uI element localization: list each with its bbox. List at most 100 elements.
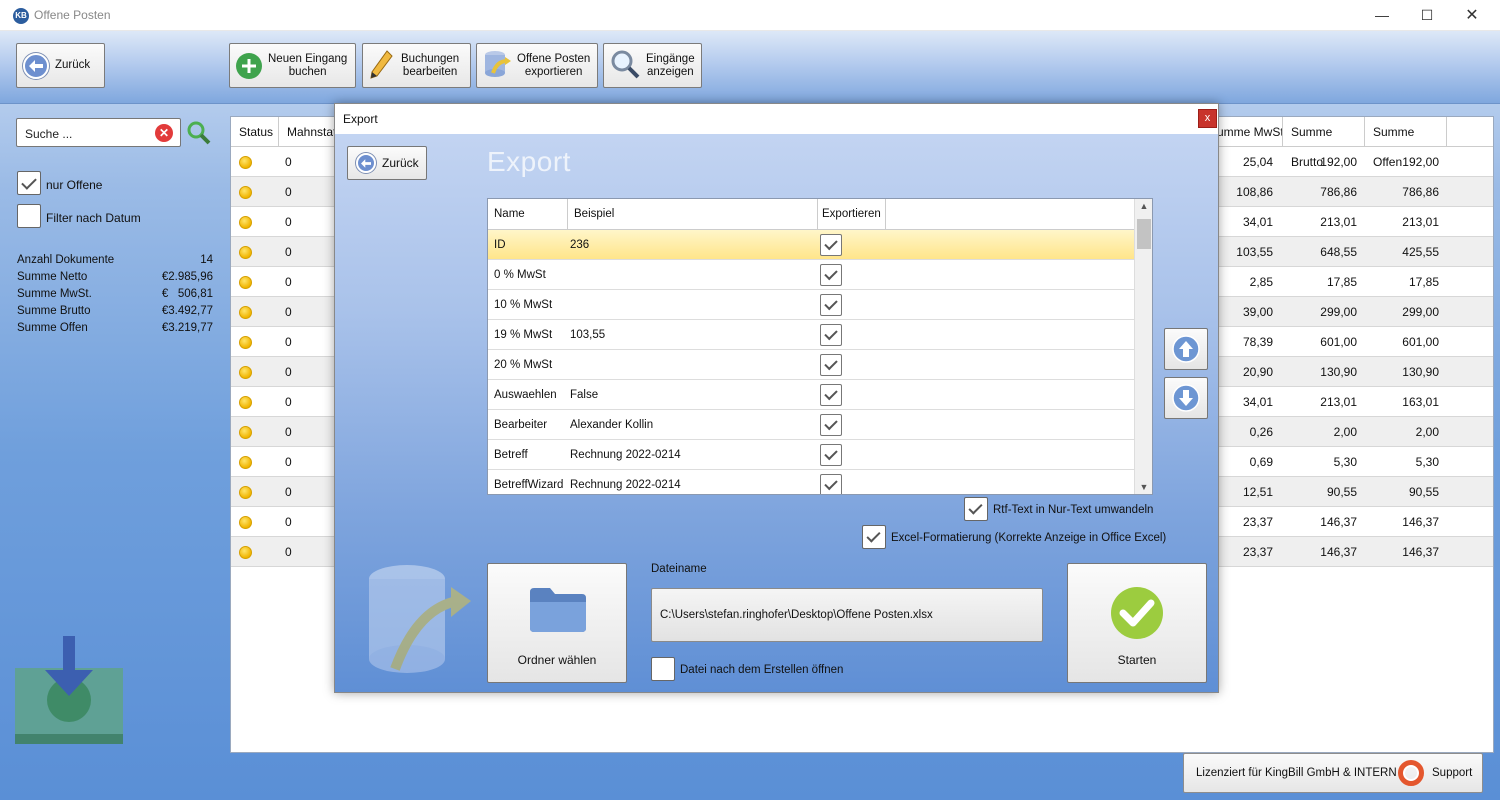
stat-row: Anzahl Dokumente 14 [17, 252, 213, 269]
mahnstatus-cell: 0 [285, 305, 292, 319]
header-summe-brutto[interactable]: Summe Brutto [1283, 117, 1365, 169]
move-up-button[interactable] [1164, 328, 1208, 370]
status-dot-icon [239, 366, 252, 379]
export-field-checkbox[interactable] [820, 294, 842, 316]
start-label: Starten [1117, 653, 1157, 667]
export-field-row[interactable]: 20 % MwSt [488, 350, 1134, 380]
export-field-row[interactable]: Betreff Rechnung 2022-0214 [488, 440, 1134, 470]
export-table-scrollbar[interactable]: ▲ ▼ [1134, 199, 1152, 494]
excel-format-label: Excel-Formatierung (Korrekte Anzeige in … [891, 532, 1167, 544]
field-name: BetreffWizard [494, 479, 564, 491]
excel-format-checkbox[interactable] [862, 525, 886, 549]
mwst-cell: 103,55 [1236, 245, 1273, 259]
stat-label: Summe Brutto [17, 305, 91, 317]
brutto-cell: 130,90 [1320, 365, 1357, 379]
mwst-cell: 20,90 [1242, 365, 1273, 379]
scroll-up-icon[interactable]: ▲ [1135, 201, 1152, 211]
download-inbox-icon [15, 636, 123, 744]
mwst-cell: 23,37 [1242, 545, 1273, 559]
mahnstatus-cell: 0 [285, 365, 292, 379]
move-down-button[interactable] [1164, 377, 1208, 419]
offen-cell: 299,00 [1402, 305, 1439, 319]
export-field-checkbox[interactable] [820, 444, 842, 466]
rtf-convert-label: Rtf-Text in Nur-Text umwandeln [993, 504, 1154, 516]
export-field-checkbox[interactable] [820, 384, 842, 406]
rtf-convert-checkbox[interactable] [964, 497, 988, 521]
brutto-cell: 2,00 [1333, 425, 1357, 439]
offen-cell: 17,85 [1408, 275, 1439, 289]
date-filter-checkbox[interactable] [17, 204, 41, 228]
export-field-checkbox[interactable] [820, 234, 842, 256]
field-example: 103,55 [570, 329, 606, 341]
filename-value: C:\Users\stefan.ringhofer\Desktop\Offene… [660, 609, 933, 621]
checkmark-icon [824, 326, 838, 341]
edit-label-2: bearbeiten [402, 65, 458, 78]
scroll-down-icon[interactable]: ▼ [1135, 482, 1152, 492]
offen-cell: 163,01 [1402, 395, 1439, 409]
maximize-button[interactable]: ☐ [1404, 0, 1450, 31]
only-open-label: nur Offene [46, 178, 103, 192]
mwst-cell: 39,00 [1242, 305, 1273, 319]
back-button-label: Zurück [55, 59, 91, 71]
scroll-thumb[interactable] [1137, 219, 1151, 249]
export-field-checkbox[interactable] [820, 354, 842, 376]
export-field-row[interactable]: BetreffWizard Rechnung 2022-0214 [488, 470, 1134, 494]
header-example[interactable]: Beispiel [568, 199, 818, 230]
back-button[interactable]: Zurück [16, 43, 105, 88]
open-after-checkbox[interactable] [651, 657, 675, 681]
export-field-row[interactable]: ID 236 [488, 230, 1134, 260]
export-field-row[interactable]: 10 % MwSt [488, 290, 1134, 320]
header-summe-mwst[interactable]: umme MwSt [1217, 117, 1283, 147]
checkmark-icon [824, 416, 838, 431]
dialog-close-button[interactable]: x [1198, 109, 1217, 128]
offen-cell: 213,01 [1402, 215, 1439, 229]
header-export[interactable]: Exportieren [818, 199, 886, 230]
brutto-cell: 192,00 [1320, 155, 1357, 169]
dialog-back-button[interactable]: Zurück [347, 146, 427, 180]
export-field-checkbox[interactable] [820, 324, 842, 346]
plus-icon [236, 52, 262, 79]
close-window-button[interactable]: ✕ [1449, 0, 1495, 31]
edit-bookings-button[interactable]: Buchungen bearbeiten [362, 43, 471, 88]
start-button[interactable]: Starten [1067, 563, 1207, 683]
brutto-cell: 601,00 [1320, 335, 1357, 349]
license-support-button[interactable]: Lizenziert für KingBill GmbH & INTERN Su… [1183, 753, 1483, 793]
stat-row: Summe MwSt. € 506,81 [17, 286, 213, 303]
mahnstatus-cell: 0 [285, 155, 292, 169]
filename-field[interactable]: C:\Users\stefan.ringhofer\Desktop\Offene… [651, 588, 1043, 642]
clear-search-icon[interactable]: ✕ [155, 124, 173, 142]
stat-value: €3.492,77 [161, 305, 213, 317]
brutto-cell: 786,86 [1320, 185, 1357, 199]
export-field-row[interactable]: 19 % MwSt 103,55 [488, 320, 1134, 350]
export-field-row[interactable]: Bearbeiter Alexander Kollin [488, 410, 1134, 440]
stat-row: Summe Netto €2.985,96 [17, 269, 213, 286]
header-status[interactable]: Status [231, 117, 279, 147]
mahnstatus-cell: 0 [285, 515, 292, 529]
header-mahnstatus[interactable]: Mahnstatu [279, 117, 339, 147]
header-name[interactable]: Name [488, 199, 568, 230]
field-name: 20 % MwSt [494, 359, 553, 371]
new-entry-button[interactable]: Neuen Eingang buchen [229, 43, 356, 88]
only-open-checkbox[interactable] [17, 171, 41, 195]
export-field-checkbox[interactable] [820, 414, 842, 436]
field-name: Bearbeiter [494, 419, 548, 431]
export-field-row[interactable]: 0 % MwSt [488, 260, 1134, 290]
checkmark-icon [824, 476, 838, 491]
show-label-1: Eingänge [646, 52, 695, 65]
mwst-cell: 34,01 [1242, 215, 1273, 229]
export-field-checkbox[interactable] [820, 264, 842, 286]
field-example: Rechnung 2022-0214 [570, 449, 681, 461]
export-field-row[interactable]: Auswaehlen False [488, 380, 1134, 410]
header-summe-offen[interactable]: Summe Offen [1365, 117, 1447, 169]
search-input[interactable]: Suche ... ✕ [16, 118, 181, 147]
brutto-cell: 213,01 [1320, 395, 1357, 409]
mahnstatus-cell: 0 [285, 485, 292, 499]
choose-folder-button[interactable]: Ordner wählen [487, 563, 627, 683]
minimize-button[interactable]: — [1359, 0, 1405, 31]
show-entries-button[interactable]: Eingänge anzeigen [603, 43, 702, 88]
export-field-checkbox[interactable] [820, 474, 842, 494]
search-icon[interactable] [186, 120, 212, 146]
database-export-icon [483, 49, 511, 82]
stat-label: Anzahl Dokumente [17, 254, 115, 266]
export-open-items-button[interactable]: Offene Posten exportieren [476, 43, 598, 88]
